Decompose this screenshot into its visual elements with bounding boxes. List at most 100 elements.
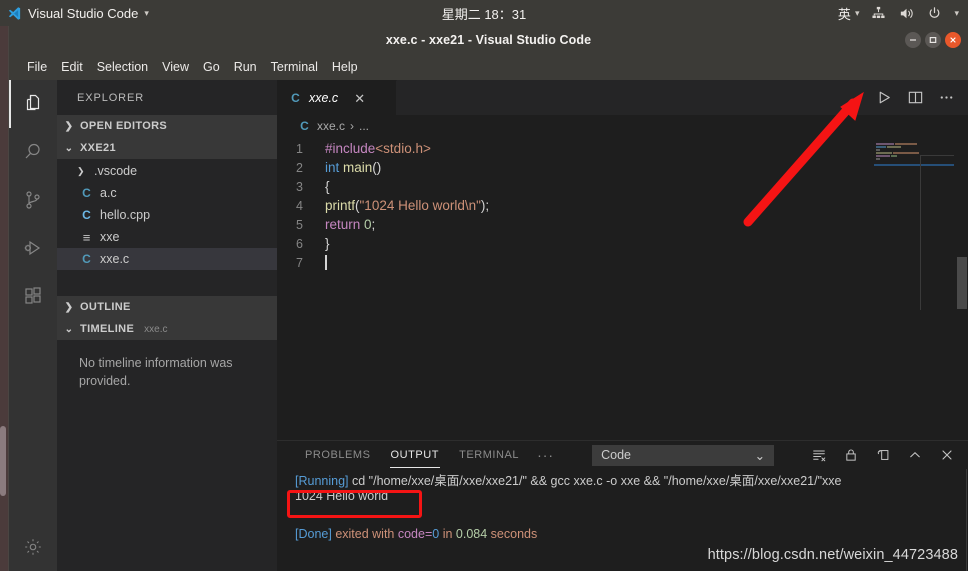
menu-file[interactable]: File: [20, 58, 54, 76]
close-panel-icon[interactable]: [939, 447, 955, 463]
clock-label[interactable]: 星期二 18：31: [442, 7, 527, 22]
line-number: 2: [296, 160, 303, 175]
menu-help[interactable]: Help: [325, 58, 365, 76]
chevron-up-icon[interactable]: [907, 447, 923, 463]
line-number: 6: [296, 236, 303, 251]
line-number: 1: [296, 141, 303, 156]
activity-item-manage[interactable]: [9, 523, 57, 571]
line-content: }: [325, 236, 330, 251]
maximize-button[interactable]: [925, 32, 941, 48]
minimize-button[interactable]: [905, 32, 921, 48]
c-file-icon: C: [300, 119, 309, 133]
activity-bar: [9, 80, 57, 571]
activity-item-search[interactable]: [9, 128, 57, 176]
token-punct: );: [480, 198, 490, 213]
token-preprocessor: #include: [325, 141, 376, 156]
tree-item-label: hello.cpp: [100, 208, 151, 222]
chevron-down-icon: ⌄: [64, 142, 74, 154]
cpp-file-icon: C: [82, 208, 91, 222]
output-status-running: [Running]: [295, 474, 349, 488]
token-control: return: [325, 217, 365, 232]
code-editor[interactable]: 1 #include<stdio.h> 2 int main() 3 { 4 p…: [277, 137, 968, 440]
run-code-icon[interactable]: [876, 89, 893, 106]
power-icon[interactable]: [926, 5, 943, 22]
open-new-window-icon[interactable]: [875, 447, 891, 463]
editor-actions: [876, 80, 968, 115]
menu-run[interactable]: Run: [227, 58, 264, 76]
output-line: [Running] cd "/home/xxe/桌面/xxe/xxe21/" &…: [295, 470, 968, 489]
output-channel-select[interactable]: Code ⌄: [592, 444, 775, 466]
chevron-down-icon[interactable]: ▾: [954, 8, 959, 18]
menu-selection[interactable]: Selection: [90, 58, 155, 76]
editor-scrollbar[interactable]: [954, 137, 968, 440]
window-title: xxe.c - xxe21 - Visual Studio Code: [385, 33, 592, 47]
network-icon[interactable]: [870, 5, 887, 22]
breadcrumb[interactable]: C xxe.c › ...: [277, 115, 968, 137]
activity-item-explorer[interactable]: [9, 80, 57, 128]
section-outline[interactable]: ❯ OUTLINE: [57, 296, 277, 318]
app-menu[interactable]: Visual Studio Code ▾: [0, 6, 149, 21]
token-punct: {: [325, 179, 330, 194]
chevron-down-icon: ⌄: [754, 448, 766, 463]
line-content: return 0;: [325, 217, 375, 232]
menu-terminal[interactable]: Terminal: [264, 58, 325, 76]
token-include-path: <stdio.h>: [375, 141, 431, 156]
panel-tab-output[interactable]: OUTPUT: [381, 441, 450, 469]
editor-group: C xxe.c ✕ C xxe.c › ... 1 #include<stdio…: [277, 80, 968, 571]
tab-xxe-c[interactable]: C xxe.c ✕: [277, 80, 397, 115]
token-keyword: int: [325, 160, 344, 175]
system-tray: 英 ▾ ▾: [838, 4, 968, 23]
tree-item-xxe[interactable]: ≡ xxe: [57, 226, 277, 248]
output-channel-value: Code: [601, 448, 631, 462]
line-number: 4: [296, 198, 303, 213]
line-number: 5: [296, 217, 303, 232]
input-method-indicator[interactable]: 英 ▾: [838, 4, 860, 23]
tab-label: xxe.c: [309, 91, 339, 105]
tree-item-hello-cpp[interactable]: C hello.cpp: [57, 204, 277, 226]
breadcrumb-rest[interactable]: ...: [359, 119, 369, 133]
sidebar-explorer: EXPLORER ❯ OPEN EDITORS ⌄ XXE21 ❯ .vscod…: [57, 80, 277, 571]
scrollbar-thumb[interactable]: [957, 257, 967, 309]
line-content: #include<stdio.h>: [325, 141, 431, 156]
lock-icon[interactable]: [843, 447, 859, 463]
search-icon: [21, 140, 45, 164]
activity-item-source-control[interactable]: [9, 176, 57, 224]
chevron-right-icon: ❯: [64, 120, 74, 132]
menu-go[interactable]: Go: [196, 58, 227, 76]
volume-icon[interactable]: [898, 5, 915, 22]
split-editor-icon[interactable]: [907, 89, 924, 106]
close-button[interactable]: [945, 32, 961, 48]
source-control-icon: [21, 188, 45, 212]
menubar: File Edit Selection View Go Run Terminal…: [9, 54, 968, 80]
tree-item-label: .vscode: [94, 164, 138, 178]
activity-item-extensions[interactable]: [9, 272, 57, 320]
minimap-viewport-frame: [920, 155, 954, 310]
section-open-editors[interactable]: ❯ OPEN EDITORS: [57, 115, 277, 137]
menu-view[interactable]: View: [155, 58, 196, 76]
more-actions-icon[interactable]: [938, 89, 955, 106]
binary-file-icon: ≡: [82, 229, 91, 245]
close-icon[interactable]: ✕: [354, 92, 365, 105]
output-program-result: 1024 Hello world: [295, 489, 389, 503]
panel-tab-terminal[interactable]: TERMINAL: [449, 441, 529, 469]
activity-item-run-and-debug[interactable]: [9, 224, 57, 272]
minimap[interactable]: [860, 137, 954, 440]
line-content: printf("1024 Hello world\n");: [325, 198, 489, 213]
clear-output-icon[interactable]: [811, 447, 827, 463]
watermark-url: https://blog.csdn.net/weixin_44723488: [707, 547, 958, 563]
breadcrumb-file[interactable]: xxe.c: [317, 119, 345, 133]
section-folder-xxe21[interactable]: ⌄ XXE21: [57, 137, 277, 159]
panel-tab-problems[interactable]: PROBLEMS: [295, 441, 381, 469]
tree-item-xxe-c[interactable]: C xxe.c: [57, 248, 277, 270]
menu-edit[interactable]: Edit: [54, 58, 90, 76]
output-status-done: [Done]: [295, 527, 332, 541]
panel-tab-more[interactable]: ···: [529, 441, 562, 469]
tree-item-label: xxe.c: [100, 252, 130, 266]
sidebar-title: EXPLORER: [77, 91, 145, 104]
tree-item-vscode[interactable]: ❯ .vscode: [57, 160, 277, 182]
section-timeline[interactable]: ⌄ TIMELINE xxe.c: [57, 318, 277, 340]
line-number: 7: [296, 255, 303, 270]
tree-item-a-c[interactable]: C a.c: [57, 182, 277, 204]
output-path: "/home/xxe/桌面/xxe/xxe21/": [368, 474, 527, 488]
line-content: [325, 255, 327, 270]
